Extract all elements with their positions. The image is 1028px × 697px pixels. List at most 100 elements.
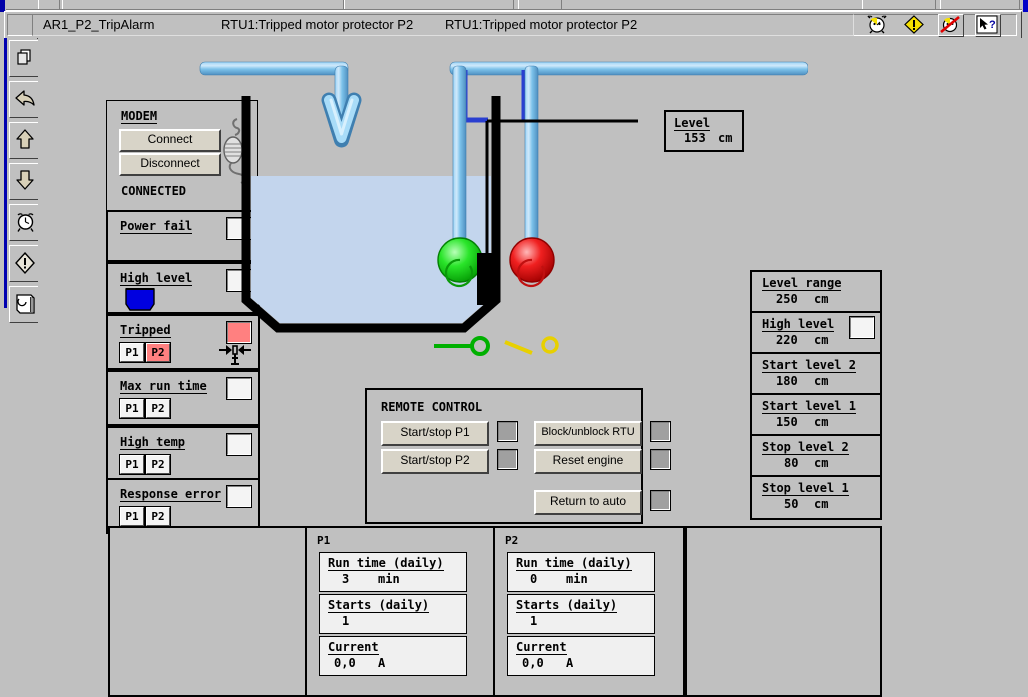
level-setting-title: Stop level 1 [762, 481, 849, 496]
pump-stat-unit: min [378, 572, 400, 586]
level-setting-start-level-1[interactable]: Start level 1 150 cm [750, 393, 882, 438]
level-readout-title: Level [674, 116, 711, 131]
report-icon[interactable] [9, 286, 41, 323]
block-unblock-rtu-button[interactable]: Block/unblock RTU [534, 421, 642, 446]
alarm-clock-icon[interactable] [9, 204, 41, 241]
alarm-message-1: RTU1:Tripped motor protector P2 [221, 17, 414, 32]
level-setting-stop-level-2[interactable]: Stop level 2 80 cm [750, 434, 882, 479]
return-to-auto-button[interactable]: Return to auto [534, 490, 642, 515]
alarm-pump-tag-p2[interactable]: P2 [145, 454, 171, 475]
start-stop-p2-label: Start/stop P2 [400, 453, 470, 467]
level-setting-high-level[interactable]: High level 220 cm [750, 311, 882, 356]
pump-stat-value: 0,0 [522, 656, 544, 670]
level-readout-value: 153 [684, 131, 706, 145]
level-setting-title: Stop level 2 [762, 440, 849, 455]
alarm-lamp [226, 377, 252, 400]
level-setting-value: 50 [784, 497, 799, 511]
level-setting-value: 250 [776, 292, 798, 306]
pump-stat-title: Starts (daily) [328, 598, 430, 613]
alarm-tag: AR1_P2_TripAlarm [43, 17, 155, 32]
window-right-edge [1023, 0, 1028, 12]
svg-text:?: ? [989, 19, 996, 31]
help-pointer-icon[interactable]: ? [975, 14, 1001, 37]
alarm-pump-tag-p2[interactable]: P2 [145, 342, 171, 363]
pump-stat-value: 1 [342, 614, 350, 628]
pump-stat-title: Current [328, 640, 379, 655]
pump-stat-title: Current [516, 640, 567, 655]
start-stop-p2-lamp [497, 449, 518, 470]
alarm-pump-tag-p1[interactable]: P1 [119, 398, 145, 419]
reset-engine-label: Reset engine [552, 453, 624, 467]
bottom-right-blank-panel [685, 526, 882, 697]
alarm-muted-icon[interactable] [938, 14, 964, 37]
start-stop-p1-lamp [497, 421, 518, 442]
pump-stat-starts-daily: Starts (daily) 1 [319, 594, 467, 634]
alarm-title: High temp [120, 435, 186, 450]
remote-control-title: REMOTE CONTROL [381, 400, 483, 414]
alarm-message-area[interactable]: AR1_P2_TripAlarm RTU1:Tripped motor prot… [32, 14, 854, 36]
bottom-left-blank-panel [108, 526, 307, 697]
alarm-pump-tag-p1[interactable]: P1 [119, 342, 145, 363]
alarm-pump-tag-p1[interactable]: P1 [119, 454, 145, 475]
reset-engine-lamp [650, 449, 671, 470]
pump-stat-unit: A [378, 656, 386, 670]
pump-stats-panel-p2: P2 Run time (daily) 0 min Starts (daily) 1 Cur… [493, 526, 685, 697]
copy-pages-icon[interactable] [9, 40, 41, 77]
alarm-title: Tripped [120, 323, 171, 338]
remote-control-panel: REMOTE CONTROL Start/stop P1 Start/stop … [365, 388, 671, 524]
start-stop-p1-label: Start/stop P1 [400, 425, 470, 439]
level-setting-value: 220 [776, 333, 798, 347]
level-setting-unit: cm [814, 415, 829, 429]
level-setting-stop-level-1[interactable]: Stop level 1 50 cm [750, 475, 882, 520]
level-setting-unit: cm [814, 333, 829, 347]
pump-stats-title: P2 [505, 534, 519, 547]
high-level-tank-icon [124, 288, 156, 317]
alarm-pump-tag-p2[interactable]: P2 [145, 506, 171, 527]
pump-stat-value: 0 [530, 572, 538, 586]
warning-diamond-icon[interactable] [903, 15, 925, 34]
alarm-title: Max run time [120, 379, 207, 394]
pump-stat-current: Current 0,0 A [507, 636, 655, 676]
level-setting-lamp [849, 316, 875, 339]
pump-stat-unit: A [566, 656, 574, 670]
level-setting-start-level-2[interactable]: Start level 2 180 cm [750, 352, 882, 397]
level-setting-value: 80 [784, 456, 799, 470]
up-arrow-icon[interactable] [9, 122, 41, 159]
tank-graphic [188, 48, 809, 368]
back-arrow-icon[interactable] [9, 81, 41, 118]
level-setting-title: Start level 2 [762, 358, 856, 373]
switch-closed-green[interactable] [432, 333, 494, 364]
level-setting-value: 150 [776, 415, 798, 429]
pump-stat-value: 1 [530, 614, 538, 628]
pump-stat-title: Starts (daily) [516, 598, 618, 613]
pump-stat-unit: min [566, 572, 588, 586]
switch-open-yellow[interactable] [502, 333, 564, 364]
level-setting-unit: cm [814, 292, 829, 306]
start-stop-p1-button[interactable]: Start/stop P1 [381, 421, 489, 446]
level-setting-level-range[interactable]: Level range 250 cm [750, 270, 882, 315]
level-setting-title: High level [762, 317, 835, 332]
level-readout-unit: cm [718, 131, 733, 145]
alarm-pump-tag-p1[interactable]: P1 [119, 506, 145, 527]
pump-stat-value: 3 [342, 572, 350, 586]
pump-stats-title: P1 [317, 534, 331, 547]
level-setting-title: Level range [762, 276, 842, 291]
alarm-pump-tag-p2[interactable]: P2 [145, 398, 171, 419]
modem-status: CONNECTED [121, 184, 187, 198]
alarm-clock-icon[interactable] [866, 15, 888, 34]
start-stop-p2-button[interactable]: Start/stop P2 [381, 449, 489, 474]
pump-stats-panel-p1: P1 Run time (daily) 3 min Starts (daily) 1 Cur… [305, 526, 497, 697]
toolbar-accent-bar [4, 38, 7, 308]
return-to-auto-lamp [650, 490, 671, 511]
level-setting-unit: cm [814, 374, 829, 388]
warning-diamond-icon[interactable] [9, 245, 41, 282]
alarm-lamp [226, 433, 252, 456]
alarm-title: Power fail [120, 219, 193, 234]
alarm-panel-max-run-time: Max run time P1 P2 [106, 370, 260, 426]
down-arrow-icon[interactable] [9, 163, 41, 200]
modem-title: MODEM [121, 109, 158, 124]
level-readout-box: Level 153 cm [664, 110, 744, 152]
level-setting-unit: cm [814, 456, 829, 470]
reset-engine-button[interactable]: Reset engine [534, 449, 642, 474]
pump-stat-title: Run time (daily) [328, 556, 444, 571]
